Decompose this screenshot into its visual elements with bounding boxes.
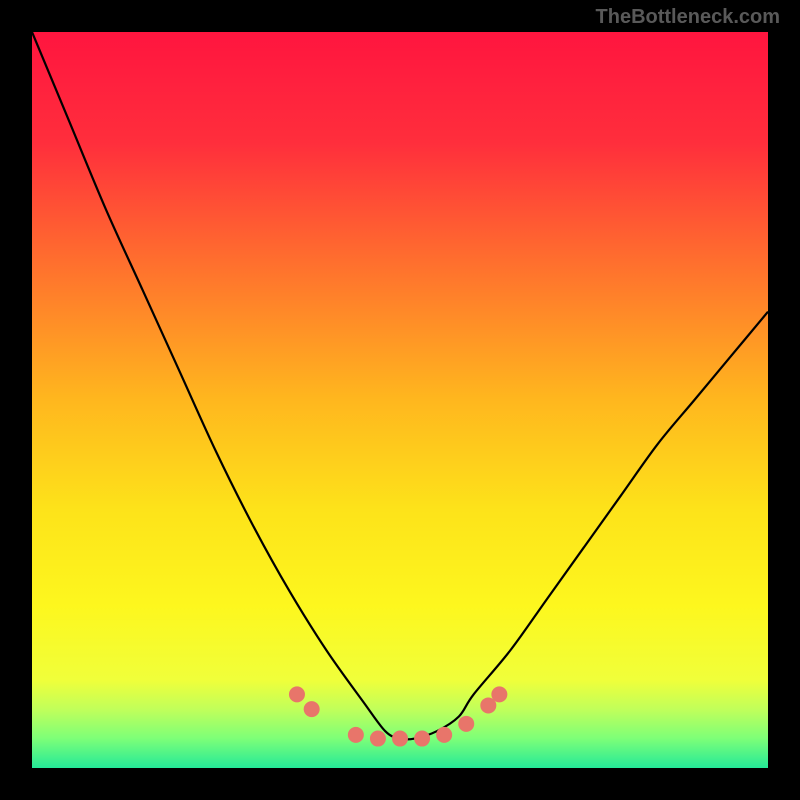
- curve-marker: [370, 731, 386, 747]
- chart-background: [32, 32, 768, 768]
- bottleneck-chart: [32, 32, 768, 768]
- curve-marker: [348, 727, 364, 743]
- curve-marker: [304, 701, 320, 717]
- watermark-text: TheBottleneck.com: [596, 6, 780, 29]
- curve-marker: [289, 686, 305, 702]
- curve-marker: [436, 727, 452, 743]
- chart-svg: [32, 32, 768, 768]
- curve-marker: [392, 731, 408, 747]
- curve-marker: [414, 731, 430, 747]
- curve-marker: [458, 716, 474, 732]
- curve-marker: [491, 686, 507, 702]
